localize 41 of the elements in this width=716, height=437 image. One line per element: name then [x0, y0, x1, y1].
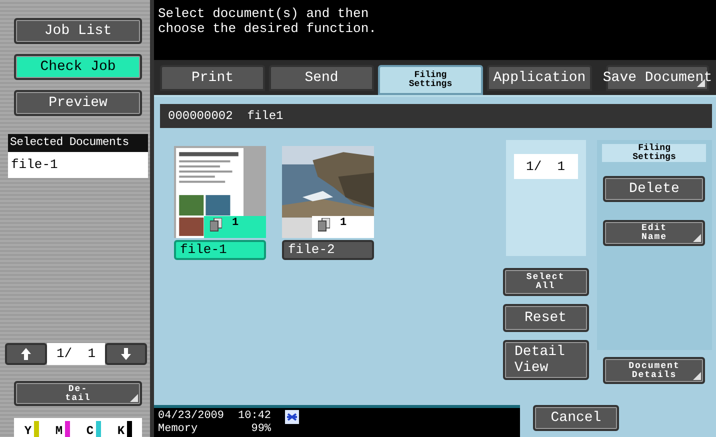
detail-button[interactable]: De- tail	[14, 381, 142, 406]
list-header: Selected Documents	[8, 134, 148, 152]
sidebar-button[interactable]: Check Job	[14, 54, 142, 80]
time-text: 10:42	[238, 410, 272, 423]
tab[interactable]: Save Document	[606, 65, 709, 91]
file-button[interactable]: file-2	[282, 240, 374, 260]
toner-label: C	[86, 425, 94, 437]
action-button[interactable]: Detail View	[502, 340, 589, 380]
page-indicator: 1/ 1	[47, 343, 105, 365]
memory-value: 99%	[251, 423, 272, 436]
toner-label: M	[55, 425, 63, 437]
sidebar-button[interactable]: Preview	[14, 90, 142, 116]
tab[interactable]: Filing Settings	[378, 65, 483, 95]
list-item[interactable]: file-1	[8, 152, 148, 178]
box-header: 000000002 file1	[160, 104, 712, 128]
page-counter: 1/ 1	[514, 154, 578, 179]
action-button[interactable]: Select All	[502, 268, 589, 296]
document-details-button[interactable]: Document Details	[603, 357, 706, 384]
pages-icon	[318, 218, 330, 232]
file-button[interactable]: file-1	[174, 240, 266, 260]
sidebar-button[interactable]: Job List	[14, 18, 142, 44]
settings-button[interactable]: Delete	[603, 176, 706, 202]
up-arrow-icon	[21, 348, 31, 360]
toner-label: K	[117, 425, 125, 437]
up-button[interactable]	[5, 343, 47, 365]
tab[interactable]: Application	[487, 65, 592, 91]
memory-label: Memory	[158, 423, 199, 436]
date-text: 04/23/2009	[158, 410, 224, 423]
copy-count: 1	[232, 218, 239, 229]
down-button[interactable]	[105, 343, 147, 365]
toner-label: Y	[24, 425, 32, 437]
tab[interactable]: Print	[160, 65, 265, 91]
action-button[interactable]: Reset	[502, 304, 589, 332]
panel-title: Filing Settings	[602, 144, 706, 162]
tab[interactable]: Send	[269, 65, 374, 91]
settings-button[interactable]: Edit Name	[603, 220, 706, 246]
pages-icon	[210, 218, 222, 232]
cancel-button[interactable]: Cancel	[533, 405, 619, 431]
message-text: Select document(s) and then choose the desired function.	[157, 5, 378, 38]
copy-count: 1	[340, 218, 347, 229]
down-arrow-icon	[121, 348, 131, 360]
